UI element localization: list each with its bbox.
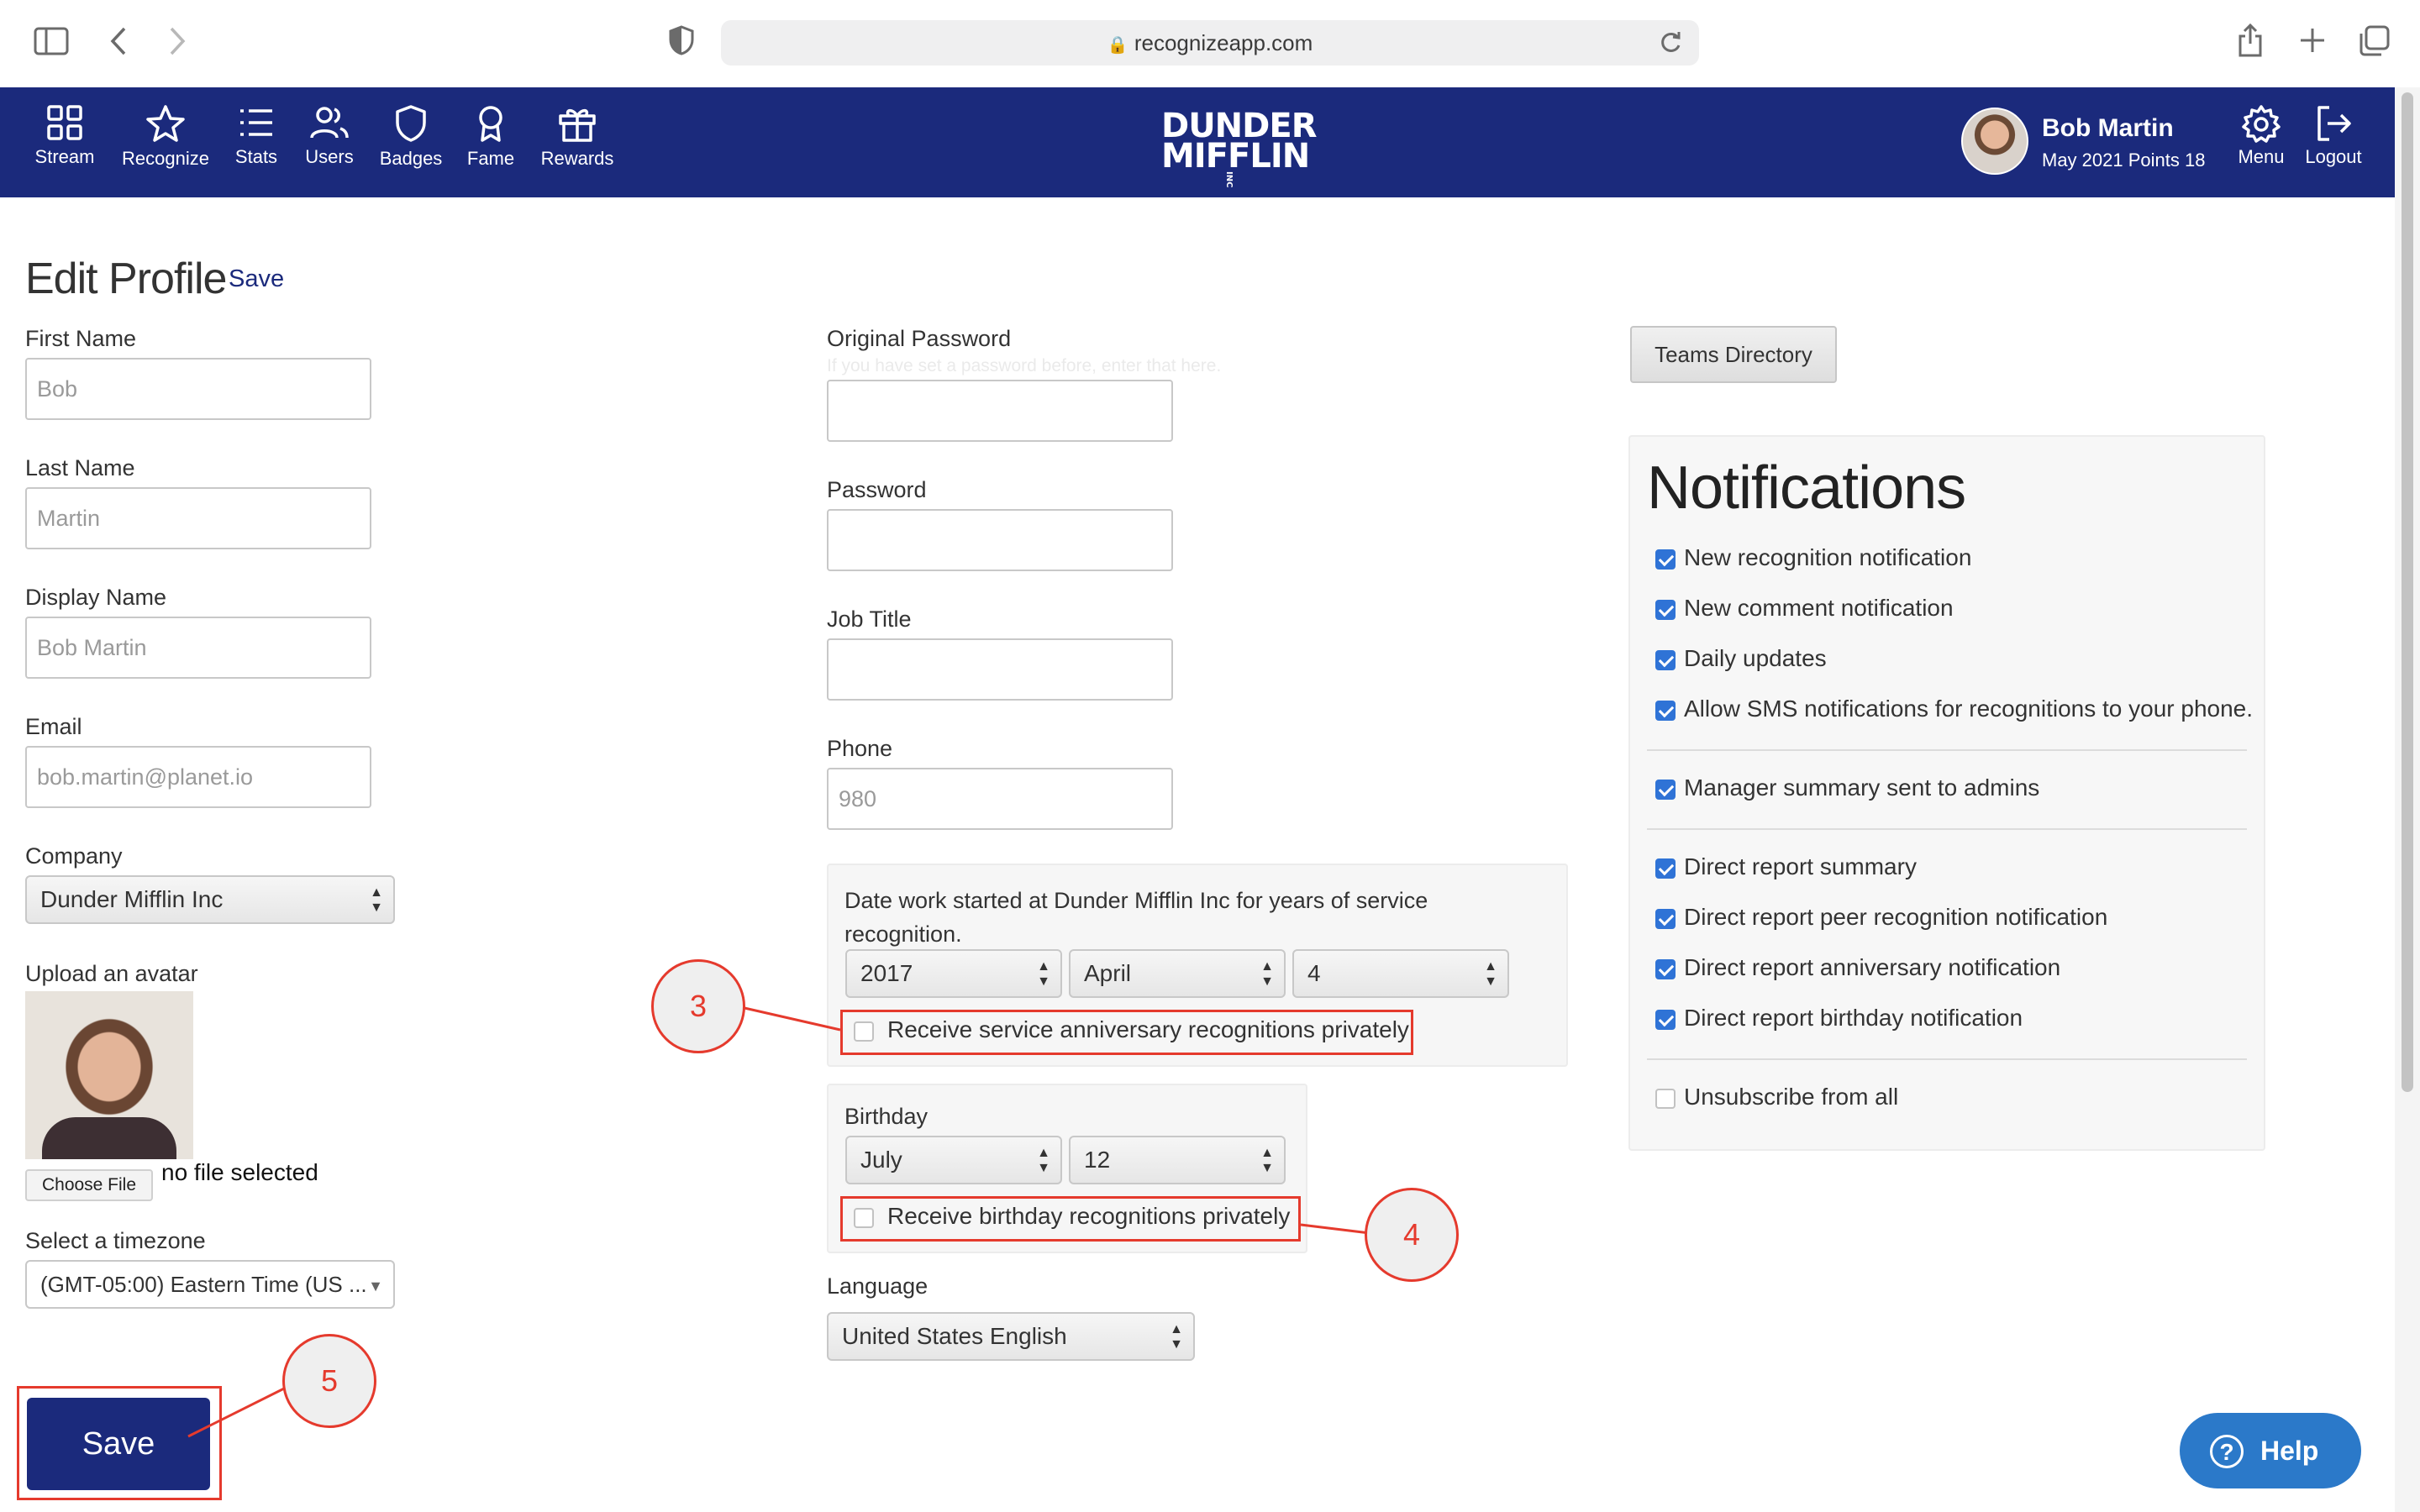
notify-direct-report-summary-checkbox[interactable] <box>1655 858 1676 879</box>
notify-sms-label: Allow SMS notifications for recognitions… <box>1684 696 2254 722</box>
notify-daily-updates-checkbox[interactable] <box>1655 650 1676 670</box>
notify-direct-report-anniversary-checkbox[interactable] <box>1655 959 1676 979</box>
unsubscribe-all-checkbox[interactable] <box>1655 1089 1676 1109</box>
notify-new-comment-label: New comment notification <box>1684 595 1954 621</box>
notify-direct-report-peer-label: Direct report peer recognition notificat… <box>1684 904 2108 930</box>
notifications-divider <box>1647 828 2247 830</box>
annotation-callout-5: 5 <box>282 1334 376 1428</box>
help-button[interactable]: ? Help <box>2180 1413 2361 1488</box>
notify-new-comment-checkbox[interactable] <box>1655 600 1676 620</box>
notifications-divider <box>1647 749 2247 751</box>
unsubscribe-all-label: Unsubscribe from all <box>1684 1084 1899 1110</box>
notify-direct-report-birthday-label: Direct report birthday notification <box>1684 1005 2023 1031</box>
notify-new-recognition-label: New recognition notification <box>1684 544 1972 570</box>
notifications-title: Notifications <box>1647 454 1966 522</box>
notify-direct-report-anniversary-label: Direct report anniversary notification <box>1684 954 2061 980</box>
help-label: Help <box>2260 1436 2319 1466</box>
notify-manager-summary-label: Manager summary sent to admins <box>1684 774 2040 801</box>
notify-direct-report-peer-checkbox[interactable] <box>1655 909 1676 929</box>
notify-new-recognition-checkbox[interactable] <box>1655 549 1676 570</box>
notify-direct-report-birthday-checkbox[interactable] <box>1655 1010 1676 1030</box>
annotation-callout-4: 4 <box>1365 1188 1459 1282</box>
teams-directory-button[interactable]: Teams Directory <box>1630 326 1837 383</box>
notify-daily-updates-label: Daily updates <box>1684 645 1827 671</box>
notifications-divider <box>1647 1058 2247 1060</box>
notify-sms-checkbox[interactable] <box>1655 701 1676 721</box>
notify-direct-report-summary-label: Direct report summary <box>1684 853 1917 879</box>
notify-manager-summary-checkbox[interactable] <box>1655 780 1676 800</box>
question-icon: ? <box>2210 1435 2244 1468</box>
annotation-callout-3: 3 <box>651 959 745 1053</box>
